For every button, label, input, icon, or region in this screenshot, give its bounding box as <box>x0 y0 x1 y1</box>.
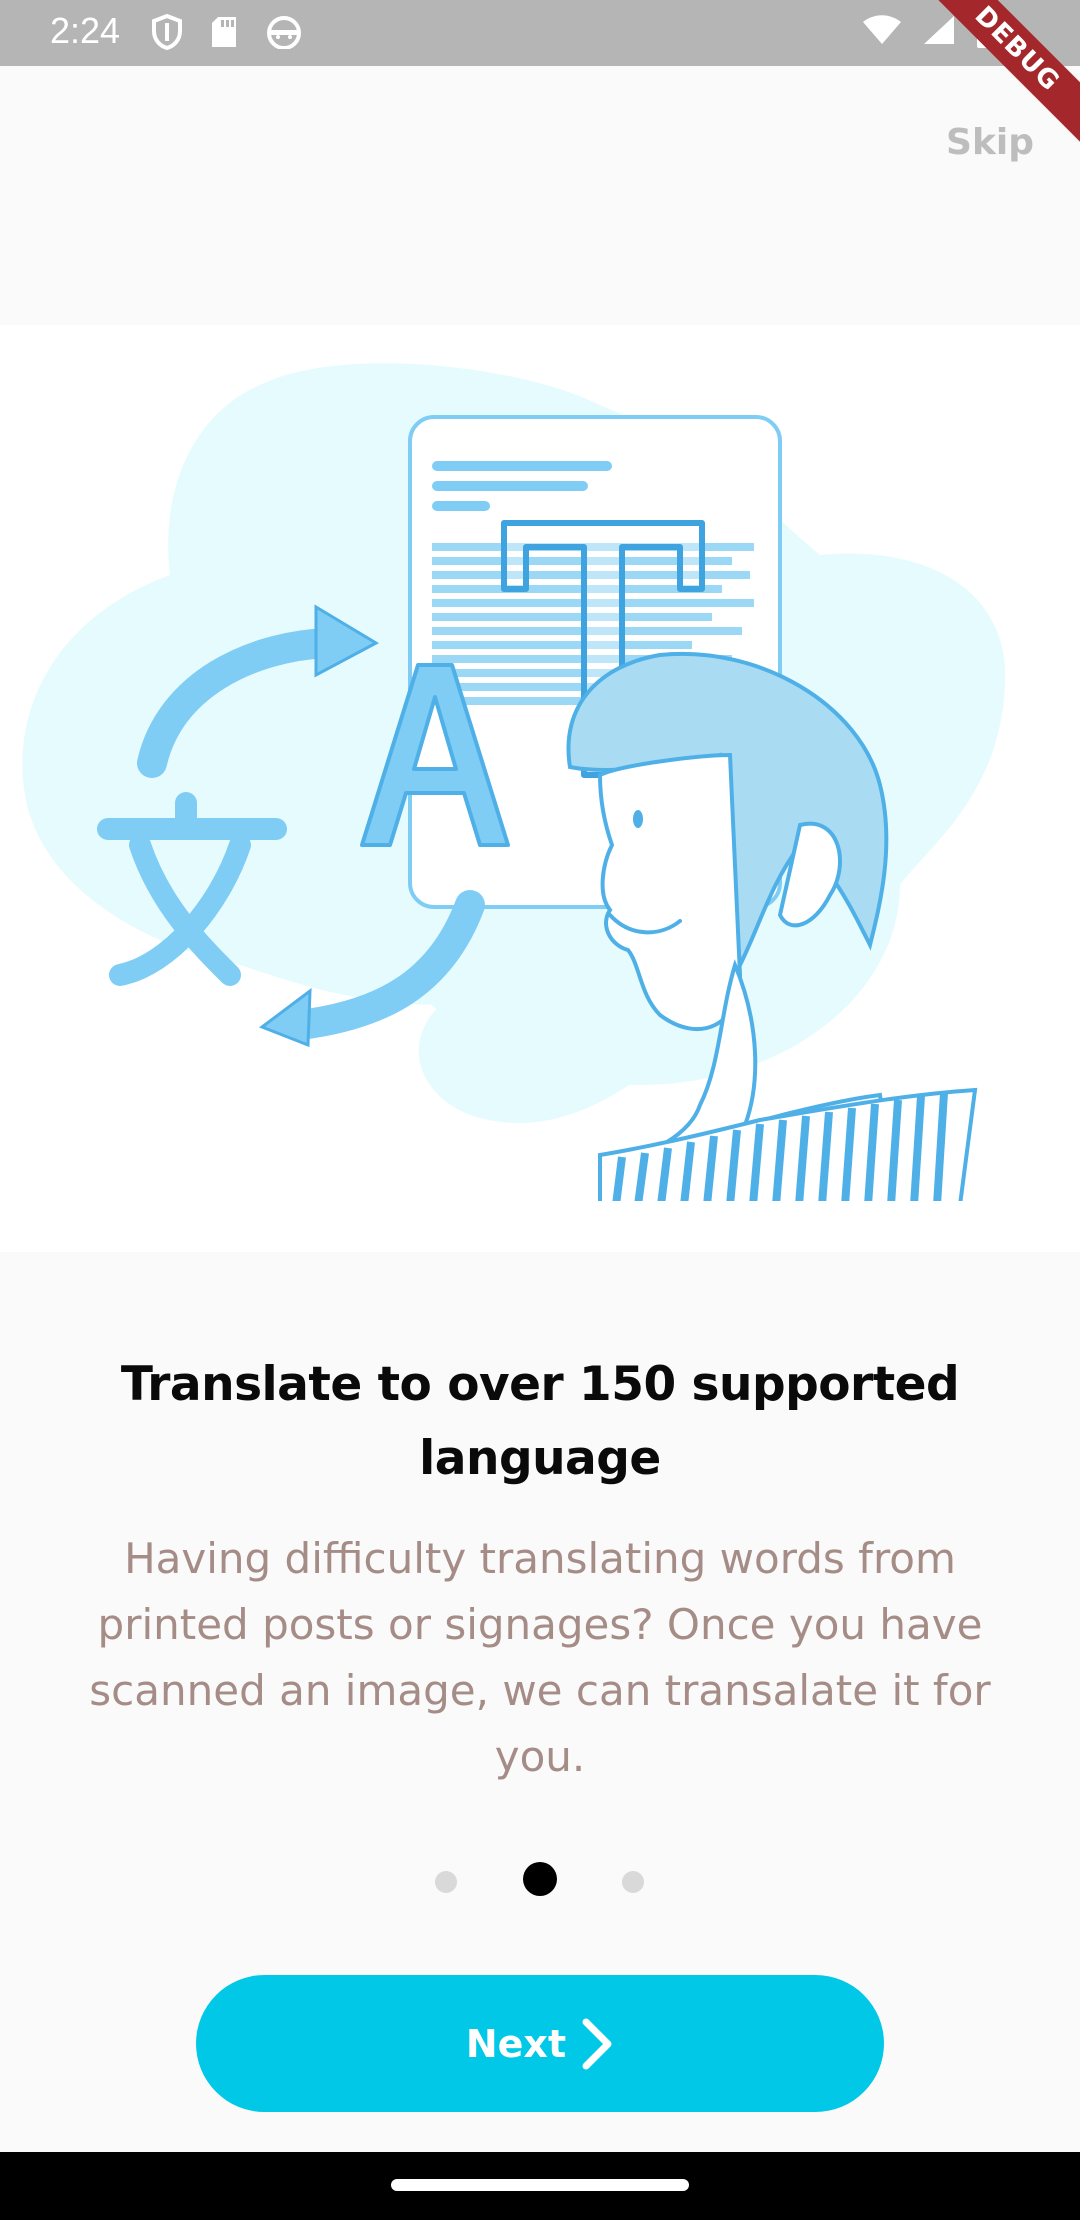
page-dot-3[interactable] <box>622 1871 644 1893</box>
wifi-icon <box>863 15 901 44</box>
next-button-label: Next <box>465 2021 567 2066</box>
sd-card-icon <box>212 17 236 47</box>
status-bar: 2:24 <box>0 0 1080 66</box>
status-icons-left <box>152 14 302 50</box>
system-nav-bar <box>0 2152 1080 2220</box>
chevron-right-icon <box>582 2018 612 2069</box>
signal-icon <box>924 16 954 44</box>
translate-illustration <box>0 325 1080 1252</box>
onboarding-title: Translate to over 150 supported language <box>120 1357 960 1486</box>
android-face-icon <box>267 16 301 49</box>
next-button[interactable]: Next <box>196 1975 884 2112</box>
home-indicator[interactable] <box>391 2179 689 2191</box>
page-dot-2-active[interactable] <box>523 1862 557 1896</box>
page-dot-1[interactable] <box>435 1871 457 1893</box>
page-indicator <box>0 1862 1080 1898</box>
status-time: 2:24 <box>50 10 121 51</box>
onboarding-description: Having difficulty translating words from… <box>89 1534 991 1781</box>
onboarding-screen: 2:24 DEBUG Skip Translate to over 150 su… <box>0 0 1080 2220</box>
skip-button[interactable]: Skip <box>946 122 1034 163</box>
shield-icon <box>152 14 182 50</box>
